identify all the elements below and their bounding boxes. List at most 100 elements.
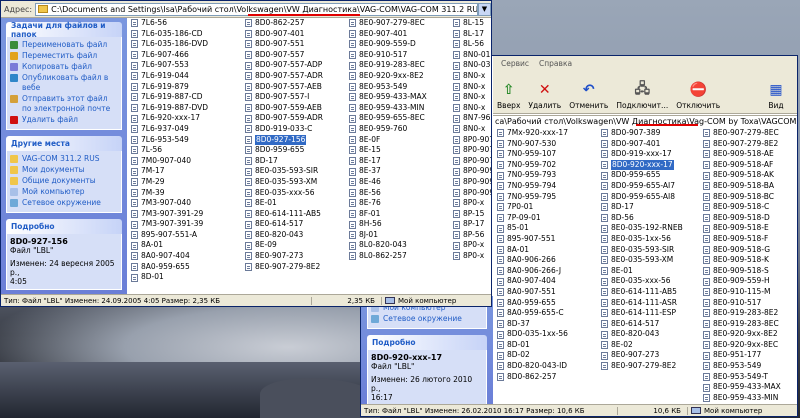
file-item[interactable]: 7M-39	[131, 188, 245, 199]
file-item[interactable]: 8E0-909-518-AK	[703, 170, 797, 181]
file-item[interactable]: 8J-01	[349, 230, 453, 241]
file-item[interactable]: 8E0-035-593-XM	[245, 177, 349, 188]
file-item[interactable]: 8A0-907-404	[497, 276, 601, 287]
menu-service[interactable]: Сервис	[501, 59, 529, 68]
file-item[interactable]: 8L0-862-257	[349, 251, 453, 262]
file-item[interactable]: 8D-02	[497, 350, 601, 361]
file-item[interactable]: 8N0-x	[453, 103, 491, 114]
file-item[interactable]: 7L-56	[131, 145, 245, 156]
file-item[interactable]: 8E0-909-518-K	[703, 255, 797, 266]
file-item[interactable]: 8E0-909-518-C	[703, 202, 797, 213]
place-item[interactable]: VAG-COM 311.2 RUS	[10, 154, 118, 164]
file-item[interactable]: 8E0-035-593-SIR	[245, 166, 349, 177]
file-item[interactable]: 8E0-953-549	[349, 82, 453, 93]
file-item[interactable]: 8A0-907-404	[131, 251, 245, 262]
file-item[interactable]: 7N0-907-530	[497, 139, 601, 150]
file-item[interactable]: 8E0-907-279-8EC	[349, 18, 453, 29]
file-item[interactable]: 7M0-907-040	[131, 156, 245, 167]
file-item[interactable]: 7M-17	[131, 166, 245, 177]
file-item[interactable]: 8E0-919-283-8EC	[349, 60, 453, 71]
task-item[interactable]: Опубликовать файл в вебе	[10, 73, 118, 93]
file-item[interactable]: 7P0-01	[497, 202, 601, 213]
place-item[interactable]: Мой компьютер	[10, 187, 118, 197]
file-item[interactable]: 8E0-953-549-T	[703, 372, 797, 383]
connect-drive-button[interactable]: 🖧 Подключит...	[616, 81, 668, 110]
file-item[interactable]: 8E0-614-517	[601, 319, 703, 330]
file-item[interactable]: 8E0-909-518-G	[703, 245, 797, 256]
file-item[interactable]: 8D0-919-033-C	[245, 124, 349, 135]
file-item[interactable]: 8P-15	[453, 209, 491, 220]
file-item[interactable]: 8E0-909-518-F	[703, 234, 797, 245]
file-item[interactable]: 7L6-953-549	[131, 135, 245, 146]
file-item[interactable]: 7N0-959-793	[497, 170, 601, 181]
file-item[interactable]: 8E-02	[601, 340, 703, 351]
file-item[interactable]: 8N7-962-xx	[453, 113, 491, 124]
file-item[interactable]: 8A0-906-266-J	[497, 266, 601, 277]
file-item[interactable]: 8E0-909-559-D	[349, 39, 453, 50]
file-item[interactable]: 8D-01	[497, 340, 601, 351]
file-item[interactable]: 8D0-907-557-ADP	[245, 60, 349, 71]
file-item[interactable]: 8E0-907-279-8EC	[703, 128, 797, 139]
file-item[interactable]: 8E0-614-111-AB5	[245, 209, 349, 220]
file-item[interactable]: 7M3-907-391-29	[131, 209, 245, 220]
file-item[interactable]: 8L-17	[453, 29, 491, 40]
file-item[interactable]: 8E0-035-593-SIR	[601, 245, 703, 256]
file-item[interactable]: 8P0-x	[453, 198, 491, 209]
file-item[interactable]: 8L0-820-043	[349, 240, 453, 251]
file-item[interactable]: 8N0-x	[453, 82, 491, 93]
file-item[interactable]: 8E-09	[245, 240, 349, 251]
file-item[interactable]: 8E0-035-xxx-56	[245, 188, 349, 199]
file-item[interactable]: 8E0-910-115-M	[703, 287, 797, 298]
file-item[interactable]: 8E0-909-518-BA	[703, 181, 797, 192]
file-item[interactable]: 8N0-03	[453, 60, 491, 71]
place-item[interactable]: Мои документы	[10, 165, 118, 175]
file-list[interactable]: 7L6-56 7L6-035-186-CD 7L6-035-186-DVD 7L6-9…	[127, 18, 491, 294]
file-item[interactable]: 7L6-919-879	[131, 82, 245, 93]
file-item[interactable]: 8E-01	[601, 266, 703, 277]
file-item[interactable]: 8D0-862-257	[497, 372, 601, 383]
up-button[interactable]: ⇧ Вверх	[497, 81, 520, 110]
file-item[interactable]: 8E0-919-283-8EC	[703, 319, 797, 330]
file-item[interactable]: 8D-17	[245, 156, 349, 167]
file-item[interactable]: 8E0-909-518-D	[703, 213, 797, 224]
file-item[interactable]: 8F-01	[349, 209, 453, 220]
file-item[interactable]: 7N0-959-794	[497, 181, 601, 192]
file-item[interactable]: 8P-56	[453, 230, 491, 241]
file-item[interactable]: 8E0-951-177	[703, 350, 797, 361]
task-item[interactable]: Удалить файл	[10, 115, 118, 125]
file-item[interactable]: 8E0-035-xxx-56	[601, 276, 703, 287]
file-item[interactable]: 8D0-035-1xx-56	[497, 329, 601, 340]
file-item[interactable]: 8A0-959-655	[131, 262, 245, 273]
file-item[interactable]: 8D0-920-xxx-17	[601, 159, 703, 171]
file-item[interactable]: 8N0-x	[453, 71, 491, 82]
file-item[interactable]: 8E0-909-518-BC	[703, 192, 797, 203]
file-item[interactable]: 85-01	[497, 223, 601, 234]
file-item[interactable]: 7M3-907-391-39	[131, 219, 245, 230]
file-item[interactable]: 8D0-907-551	[245, 39, 349, 50]
file-item[interactable]: 8N0-x	[453, 92, 491, 103]
file-item[interactable]: 7L6-035-186-CD	[131, 29, 245, 40]
file-item[interactable]: 8E0-907-401	[349, 29, 453, 40]
file-item[interactable]: 8D0-907-559-AEB	[245, 103, 349, 114]
file-item[interactable]: 8D0-820-043-ID	[497, 361, 601, 372]
file-item[interactable]: 7M-29	[131, 177, 245, 188]
file-item[interactable]: 8N0-x	[453, 124, 491, 135]
file-tasks-title[interactable]: Задачи для файлов и папок	[6, 21, 122, 39]
file-item[interactable]: 8D0-907-401	[601, 139, 703, 150]
file-item[interactable]: 8A0-959-655-C	[497, 308, 601, 319]
menu-help[interactable]: Справка	[539, 59, 572, 68]
file-item[interactable]: 8E0-909-559-H	[703, 276, 797, 287]
file-item[interactable]: 8D0-959-655-AI7	[601, 181, 703, 192]
file-item[interactable]: 8D0-959-655	[245, 145, 349, 156]
file-item[interactable]: 7Mx-920-xxx-17	[497, 128, 601, 139]
file-item[interactable]: 7L6-920-xxx-17	[131, 113, 245, 124]
file-item[interactable]: 7P-09-01	[497, 213, 601, 224]
file-item[interactable]: 895-907-551	[497, 234, 601, 245]
file-item[interactable]: 8A0-959-655	[497, 298, 601, 309]
file-item[interactable]: 8L-56	[453, 39, 491, 50]
file-item[interactable]: 8P0-907-x	[453, 156, 491, 167]
file-item[interactable]: 8E0-909-518-AF	[703, 160, 797, 171]
file-item[interactable]: 8E0-907-273	[245, 251, 349, 262]
file-item[interactable]: 8D0-907-557-AEB	[245, 82, 349, 93]
file-item[interactable]: 8D0-907-559-ADR	[245, 113, 349, 124]
